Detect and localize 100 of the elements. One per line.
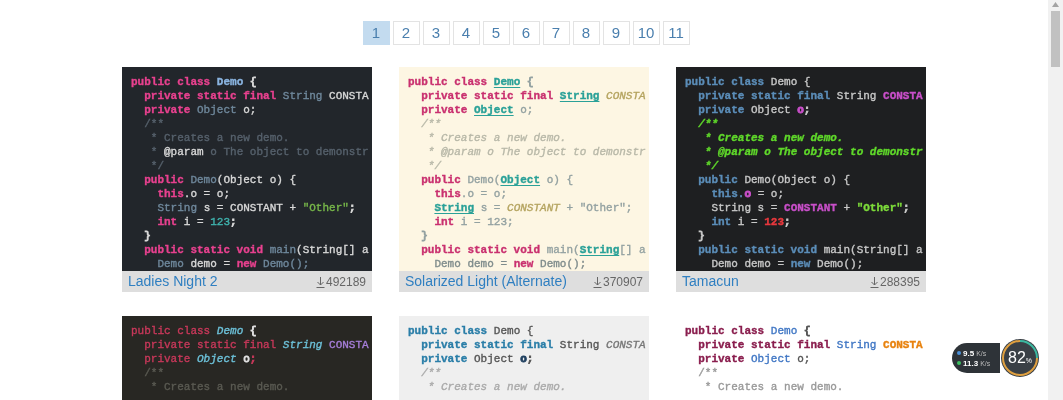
- code-token: private static final: [144, 339, 278, 351]
- code-token: CONSTA: [606, 90, 646, 102]
- page-button[interactable]: 10: [632, 21, 660, 45]
- code-token: /**: [421, 118, 441, 130]
- code-token: s = CONSTANT +: [203, 202, 298, 214]
- scroll-up-icon[interactable]: [1052, 2, 1059, 7]
- code-token: o;: [797, 353, 811, 365]
- code-token: new: [790, 258, 811, 270]
- page-button[interactable]: 4: [452, 21, 480, 45]
- code-token: public class: [131, 76, 212, 88]
- code-token: main(: [546, 244, 580, 256]
- code-token: demo =: [190, 258, 232, 270]
- download-count: 288395: [879, 273, 920, 291]
- code-token: int: [711, 216, 732, 228]
- page-button[interactable]: 3: [422, 21, 450, 45]
- page-button[interactable]: 8: [572, 21, 600, 45]
- code-token: CONSTA: [883, 90, 923, 102]
- code-token: * Creates a new demo.: [704, 381, 844, 393]
- code-token: public class: [685, 76, 766, 88]
- code-token: String s =: [711, 202, 779, 214]
- code-token: public: [421, 174, 462, 186]
- code-token: {: [526, 76, 534, 88]
- gauge-ring-icon: [1000, 338, 1040, 378]
- code-token: o: [243, 353, 250, 365]
- code-token: Object: [500, 174, 541, 186]
- code-token: CONSTANT: [507, 202, 560, 214]
- code-token: private static final: [698, 339, 832, 351]
- code-preview[interactable]: public class Demo { private static final String CONSTA private Object o; /** * Creates a new demo.: [399, 316, 649, 400]
- code-token: private: [144, 353, 192, 365]
- theme-title-link[interactable]: Tamacun: [682, 271, 739, 292]
- code-token: o: [797, 104, 804, 116]
- theme-title-link[interactable]: Ladies Night 2: [128, 271, 218, 292]
- theme-title-link[interactable]: Solarized Light (Alternate): [405, 271, 567, 292]
- page-button[interactable]: 5: [482, 21, 510, 45]
- usage-percent: 82: [1008, 348, 1026, 368]
- code-token: /**: [698, 118, 718, 130]
- code-token: i = 123;: [460, 216, 514, 228]
- code-token: Object: [197, 104, 237, 116]
- page-button[interactable]: 2: [392, 21, 420, 45]
- code-preview[interactable]: [676, 67, 926, 271]
- code-token: Object: [751, 104, 792, 116]
- code-token: "Other": [856, 202, 903, 214]
- code-token: private static final: [421, 339, 555, 351]
- code-token: (Object o) {: [216, 174, 297, 186]
- code-token: String: [579, 244, 620, 256]
- code-token: this: [157, 188, 184, 200]
- code-token: o) {: [546, 174, 574, 186]
- code-token: public class: [408, 76, 489, 88]
- code-token: Demo {: [493, 325, 534, 337]
- code-token: main: [269, 244, 297, 256]
- code-token: .o = o;: [183, 188, 231, 200]
- code-token: {: [803, 325, 811, 337]
- code-token: Demo();: [263, 258, 310, 270]
- code-token: public static void: [698, 244, 819, 256]
- code-token: = o;: [757, 188, 785, 200]
- code-token: /**: [144, 118, 164, 130]
- code-token: int: [434, 216, 455, 228]
- code-preview[interactable]: [399, 67, 649, 271]
- code-token: 123: [210, 216, 231, 228]
- code-token: Demo(: [467, 174, 501, 186]
- code-token: o: [520, 353, 527, 365]
- code-token: Demo(Object o) {: [744, 174, 851, 186]
- code-token: }: [144, 230, 151, 242]
- code-token: ;: [230, 216, 237, 228]
- code-token: }: [698, 230, 705, 242]
- code-token: o The object to demonstr: [210, 146, 369, 158]
- code-token: String: [836, 339, 877, 351]
- code-token: /**: [421, 367, 441, 379]
- code-token: ;: [902, 202, 910, 214]
- code-token: ;: [526, 353, 534, 365]
- page-button[interactable]: 7: [542, 21, 570, 45]
- code-token: Demo();: [817, 258, 864, 270]
- code-token: Demo: [190, 174, 217, 186]
- code-token: String: [434, 202, 474, 214]
- code-token: *: [150, 146, 159, 158]
- code-token: Demo: [216, 76, 244, 88]
- code-token: CONSTA: [883, 339, 923, 351]
- code-token: public class: [685, 325, 766, 337]
- download-icon: [315, 275, 325, 288]
- page-button[interactable]: 9: [602, 21, 630, 45]
- code-token: o;: [520, 104, 534, 116]
- scrollbar-thumb[interactable]: [1051, 11, 1060, 67]
- code-token: CONSTA: [606, 339, 646, 351]
- code-token: }: [421, 230, 428, 242]
- code-token: Demo demo =: [434, 258, 509, 270]
- code-token: {: [249, 325, 257, 337]
- code-token: i =: [737, 216, 759, 228]
- code-token: public static void: [421, 244, 542, 256]
- code-token: "Other": [302, 202, 349, 214]
- code-token: new: [236, 258, 257, 270]
- code-preview[interactable]: [122, 67, 372, 271]
- code-token: */: [427, 160, 441, 172]
- page-button[interactable]: 11: [662, 21, 690, 45]
- code-token: public class: [408, 325, 489, 337]
- download-icon: [592, 275, 602, 288]
- code-token: Demo: [216, 325, 244, 337]
- page-button[interactable]: 1: [362, 21, 390, 45]
- code-token: @param: [164, 146, 204, 158]
- page-button[interactable]: 6: [512, 21, 540, 45]
- code-token: this.: [711, 188, 745, 200]
